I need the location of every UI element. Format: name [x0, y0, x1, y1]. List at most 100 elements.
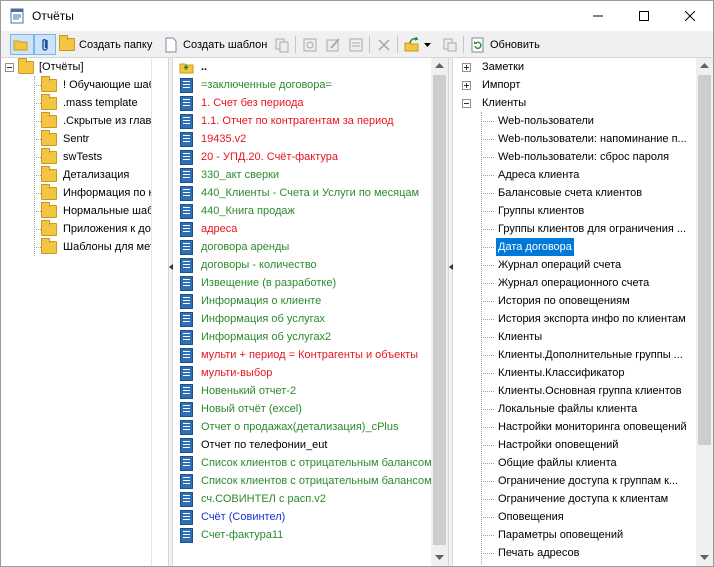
create-folder-button[interactable]: Создать папку [57, 34, 154, 55]
template-item[interactable]: адреса [180, 220, 430, 238]
close-button[interactable] [667, 1, 713, 31]
template-list-scrollbar[interactable] [431, 58, 448, 566]
refresh-button[interactable]: Обновить [468, 34, 542, 55]
scroll-down-icon[interactable] [435, 555, 444, 560]
template-item[interactable]: Список клиентов с отрицательным балансом [180, 472, 431, 490]
template-item[interactable]: 20 - УПД.20. Счёт-фактура [180, 148, 430, 166]
category-item[interactable]: Оповещения [496, 508, 694, 526]
category-item[interactable]: Дата договора [496, 238, 694, 256]
template-item[interactable]: 440_Книга продаж [180, 202, 430, 220]
edit-button[interactable] [323, 34, 343, 55]
category-item[interactable]: Web-пользователи [496, 112, 694, 130]
category-group[interactable]: Клиенты [462, 94, 692, 112]
folder-item[interactable]: Шаблоны для метро [41, 237, 151, 256]
category-item[interactable]: Web-пользователи: напоминание п... [496, 130, 694, 148]
category-item[interactable]: История по оповещениям [496, 292, 694, 310]
template-item[interactable]: Извещение (в разработке) [180, 274, 430, 292]
scroll-up-icon[interactable] [435, 63, 444, 68]
folder-item[interactable]: Sentr [41, 129, 151, 148]
template-item[interactable]: 19435.v2 [180, 130, 430, 148]
category-item[interactable]: Web-пользователи: сброс пароля [496, 148, 694, 166]
template-item[interactable]: 1.1. Отчет по контрагентам за период [180, 112, 430, 130]
delete-button[interactable] [374, 34, 394, 55]
maximize-button[interactable] [621, 1, 667, 31]
export-button[interactable] [440, 34, 460, 55]
template-item[interactable]: 440_Клиенты - Счета и Услуги по месяцам [180, 184, 430, 202]
scroll-thumb[interactable] [433, 75, 446, 545]
expand-toggle-icon[interactable] [462, 80, 471, 90]
category-item[interactable]: Клиенты.Классификатор [496, 364, 694, 382]
category-item[interactable]: История экспорта инфо по клиентам [496, 310, 694, 328]
folder-item[interactable]: ! Обучающие шабло [41, 75, 151, 94]
template-item[interactable]: Информация об услугах2 [180, 328, 430, 346]
properties-button[interactable] [346, 34, 366, 55]
template-item[interactable]: мульти-выбор [180, 364, 430, 382]
category-item[interactable]: Клиенты [496, 328, 694, 346]
scroll-thumb[interactable] [698, 75, 711, 445]
collapse-toggle-icon[interactable] [462, 98, 471, 108]
up-level-item[interactable]: .. [179, 58, 429, 76]
template-item[interactable]: сч.СОВИНТЕЛ с расп.v2 [180, 490, 430, 508]
category-tree-scrollbar[interactable] [696, 58, 713, 566]
category-item[interactable]: Балансовые счета клиентов [496, 184, 694, 202]
category-item[interactable]: Группы клиентов для ограничения ... [496, 220, 694, 238]
category-item[interactable]: Ограничение доступа к группам к... [496, 472, 694, 490]
template-item[interactable]: 1. Счет без периода [180, 94, 430, 112]
category-item[interactable]: Клиенты.Дополнительные группы ... [496, 346, 694, 364]
folder-item[interactable]: .Скрытые из главно [41, 111, 151, 130]
template-item[interactable]: 330_акт сверки [180, 166, 430, 184]
category-item[interactable]: Журнал операционного счета [496, 274, 694, 292]
category-item-label: История экспорта инфо по клиентам [498, 313, 686, 325]
category-item[interactable]: Параметры оповещений [496, 526, 694, 544]
category-item[interactable]: Общие файлы клиента [496, 454, 694, 472]
folder-item[interactable]: Нормальные шаблон [41, 201, 151, 220]
scroll-up-icon[interactable] [700, 63, 709, 68]
template-item[interactable]: Информация о клиенте [180, 292, 430, 310]
attachments-toggle[interactable] [34, 34, 56, 55]
category-item[interactable]: Адреса клиента [496, 166, 694, 184]
folder-item[interactable]: swTests [41, 147, 151, 166]
category-group[interactable]: Заметки [462, 58, 692, 76]
category-item[interactable]: Клиенты.Основная группа клиентов [496, 382, 694, 400]
collapse-left-icon[interactable] [169, 264, 173, 270]
right-splitter[interactable] [448, 58, 453, 566]
show-folders-toggle[interactable] [10, 34, 34, 55]
category-item[interactable]: Настройки мониторинга оповещений [496, 418, 694, 436]
template-item[interactable]: Отчет по телефонии_eut [180, 436, 430, 454]
collapse-right-icon[interactable] [449, 264, 453, 270]
folder-item[interactable]: Информация по клие [41, 183, 151, 202]
category-group[interactable]: Импорт [462, 76, 692, 94]
folder-item[interactable]: .mass template [41, 93, 151, 112]
tree-root[interactable]: [Отчёты] [5, 58, 151, 76]
template-item[interactable]: Счёт (Совинтел) [180, 508, 430, 526]
preview-button[interactable] [300, 34, 320, 55]
folder-item[interactable]: Приложения к догов [41, 219, 151, 238]
template-item[interactable]: Отчет о продажах(детализация)_cPlus [180, 418, 430, 436]
folder-item[interactable]: Детализация [41, 165, 151, 184]
template-item[interactable]: Новенький отчет-2 [180, 382, 430, 400]
category-item[interactable]: Группы клиентов [496, 202, 694, 220]
template-item[interactable]: мульти + период = Контрагенты и объекты [180, 346, 430, 364]
collapse-toggle-icon[interactable] [5, 62, 14, 72]
template-item[interactable]: договоры - количество [180, 256, 430, 274]
category-item[interactable]: Настройки оповещений [496, 436, 694, 454]
template-item[interactable]: Информация об услугах [180, 310, 430, 328]
minimize-button[interactable] [575, 1, 621, 31]
template-item[interactable]: Новый отчёт (excel) [180, 400, 430, 418]
category-item[interactable]: Ограничение доступа к клиентам [496, 490, 694, 508]
category-item[interactable]: Локальные файлы клиента [496, 400, 694, 418]
report-template-icon [180, 167, 193, 183]
scroll-down-icon[interactable] [700, 555, 709, 560]
copy-button[interactable] [272, 34, 292, 55]
left-splitter[interactable] [168, 58, 173, 566]
create-template-button[interactable]: Создать шаблон [161, 34, 269, 55]
template-item[interactable]: Счет-фактура11 [180, 526, 430, 544]
template-item[interactable]: Список клиентов с отрицательным балансом [180, 454, 431, 472]
folder-tree-scrollbar[interactable] [151, 58, 168, 566]
template-item[interactable]: договора аренды [180, 238, 430, 256]
category-item[interactable]: Журнал операций счета [496, 256, 694, 274]
expand-toggle-icon[interactable] [462, 62, 471, 72]
category-item[interactable]: Печать адресов [496, 544, 694, 562]
move-button[interactable] [402, 34, 433, 55]
template-item[interactable]: =заключенные договора= [180, 76, 430, 94]
